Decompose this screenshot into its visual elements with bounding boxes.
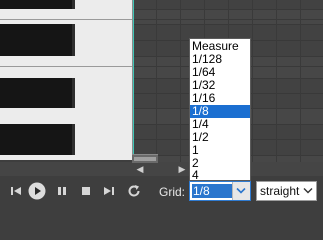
pause-button[interactable] xyxy=(54,183,70,199)
loop-icon xyxy=(128,185,140,197)
key-separator xyxy=(0,19,132,20)
black-key[interactable] xyxy=(0,124,75,155)
swing-select-value: straight xyxy=(260,184,300,198)
scroll-thumb[interactable] xyxy=(132,154,158,163)
grid-select[interactable]: 1/8 xyxy=(189,181,251,201)
play-icon xyxy=(28,182,46,200)
skip-forward-icon xyxy=(104,187,114,195)
pause-icon xyxy=(58,187,66,195)
horizontal-scrollbar[interactable] xyxy=(0,162,323,176)
scroll-left-arrow-icon[interactable]: ◀ xyxy=(134,163,146,175)
loop-button[interactable] xyxy=(126,183,142,199)
black-key[interactable] xyxy=(0,24,75,56)
grid-option-1-2[interactable]: 1/2 xyxy=(190,131,250,144)
keyboard-edge-line xyxy=(133,0,134,162)
stop-icon xyxy=(82,187,90,195)
skip-forward-button[interactable] xyxy=(101,183,117,199)
grid-label: Grid: xyxy=(159,185,186,199)
grid-beat-line xyxy=(276,0,277,162)
skip-back-button[interactable] xyxy=(8,183,24,199)
scroll-right-arrow-icon[interactable]: ▶ xyxy=(176,163,188,175)
stop-button[interactable] xyxy=(78,183,94,199)
grid-beat-line xyxy=(180,0,181,162)
swing-select-arrow[interactable] xyxy=(302,182,316,200)
black-key[interactable] xyxy=(0,0,75,9)
grid-select-value: 1/8 xyxy=(192,184,233,198)
grid-select-arrow[interactable] xyxy=(232,182,250,200)
grid-beat-line xyxy=(300,0,301,162)
piano-keyboard[interactable] xyxy=(0,0,133,160)
swing-select[interactable]: straight xyxy=(256,181,317,201)
play-button[interactable] xyxy=(28,182,46,200)
grid-option-1[interactable]: 1 xyxy=(190,144,250,157)
grid-beat-line xyxy=(252,0,253,162)
chevron-down-icon xyxy=(236,187,246,194)
skip-back-icon xyxy=(11,187,21,195)
grip-dots-icon xyxy=(134,157,156,161)
grid-beat-line xyxy=(156,0,157,162)
grid-dropdown-list[interactable]: Measure 1/128 1/64 1/32 1/16 1/8 1/4 1/2… xyxy=(189,38,251,182)
grid-option-4[interactable]: 4 xyxy=(190,169,250,182)
key-separator xyxy=(0,66,132,67)
black-key[interactable] xyxy=(0,78,75,108)
chevron-down-icon xyxy=(303,188,313,194)
